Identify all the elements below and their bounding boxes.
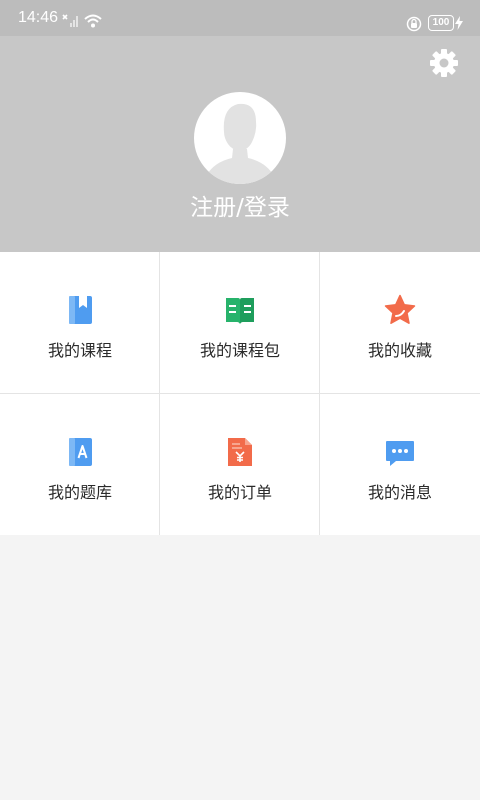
- star-icon: [384, 294, 416, 324]
- rotation-lock-icon: [406, 16, 422, 32]
- grid-divider: [0, 393, 480, 394]
- menu-grid: 我的课程 我的课程包 我的收藏 我的题库 我的订单 我的消息: [0, 252, 480, 535]
- charging-icon: [455, 16, 463, 30]
- gear-icon[interactable]: [429, 48, 459, 78]
- profile-header: 注册/登录: [0, 36, 480, 252]
- menu-item-my-orders[interactable]: 我的订单: [160, 394, 320, 535]
- login-register-link[interactable]: 注册/登录: [0, 192, 480, 224]
- menu-item-my-question-bank[interactable]: 我的题库: [0, 394, 160, 535]
- status-bar: 14:46 100: [0, 0, 480, 36]
- wifi-icon: [84, 14, 102, 28]
- battery-indicator: 100: [428, 15, 454, 31]
- default-user-avatar-icon: [206, 103, 274, 184]
- menu-item-label: 我的消息: [367, 483, 432, 502]
- message-bubble-icon: [386, 441, 414, 466]
- menu-item-label: 我的收藏: [367, 341, 432, 360]
- menu-item-my-course-packages[interactable]: 我的课程包: [160, 252, 320, 393]
- menu-item-my-courses[interactable]: 我的课程: [0, 252, 160, 393]
- open-book-icon: [226, 298, 254, 324]
- menu-item-my-messages[interactable]: 我的消息: [320, 394, 480, 535]
- menu-item-label: 我的订单: [207, 483, 272, 502]
- menu-item-my-favorites[interactable]: 我的收藏: [320, 252, 480, 393]
- menu-item-label: 我的课程包: [199, 341, 280, 360]
- menu-item-label: 我的题库: [47, 483, 112, 502]
- menu-item-label: 我的课程: [47, 341, 112, 360]
- signal-icon: [62, 14, 78, 27]
- order-document-icon: [228, 438, 252, 466]
- book-bookmark-icon: [69, 296, 92, 324]
- status-time: 14:46: [18, 9, 59, 26]
- avatar[interactable]: [194, 92, 286, 184]
- question-bank-icon: [69, 438, 92, 466]
